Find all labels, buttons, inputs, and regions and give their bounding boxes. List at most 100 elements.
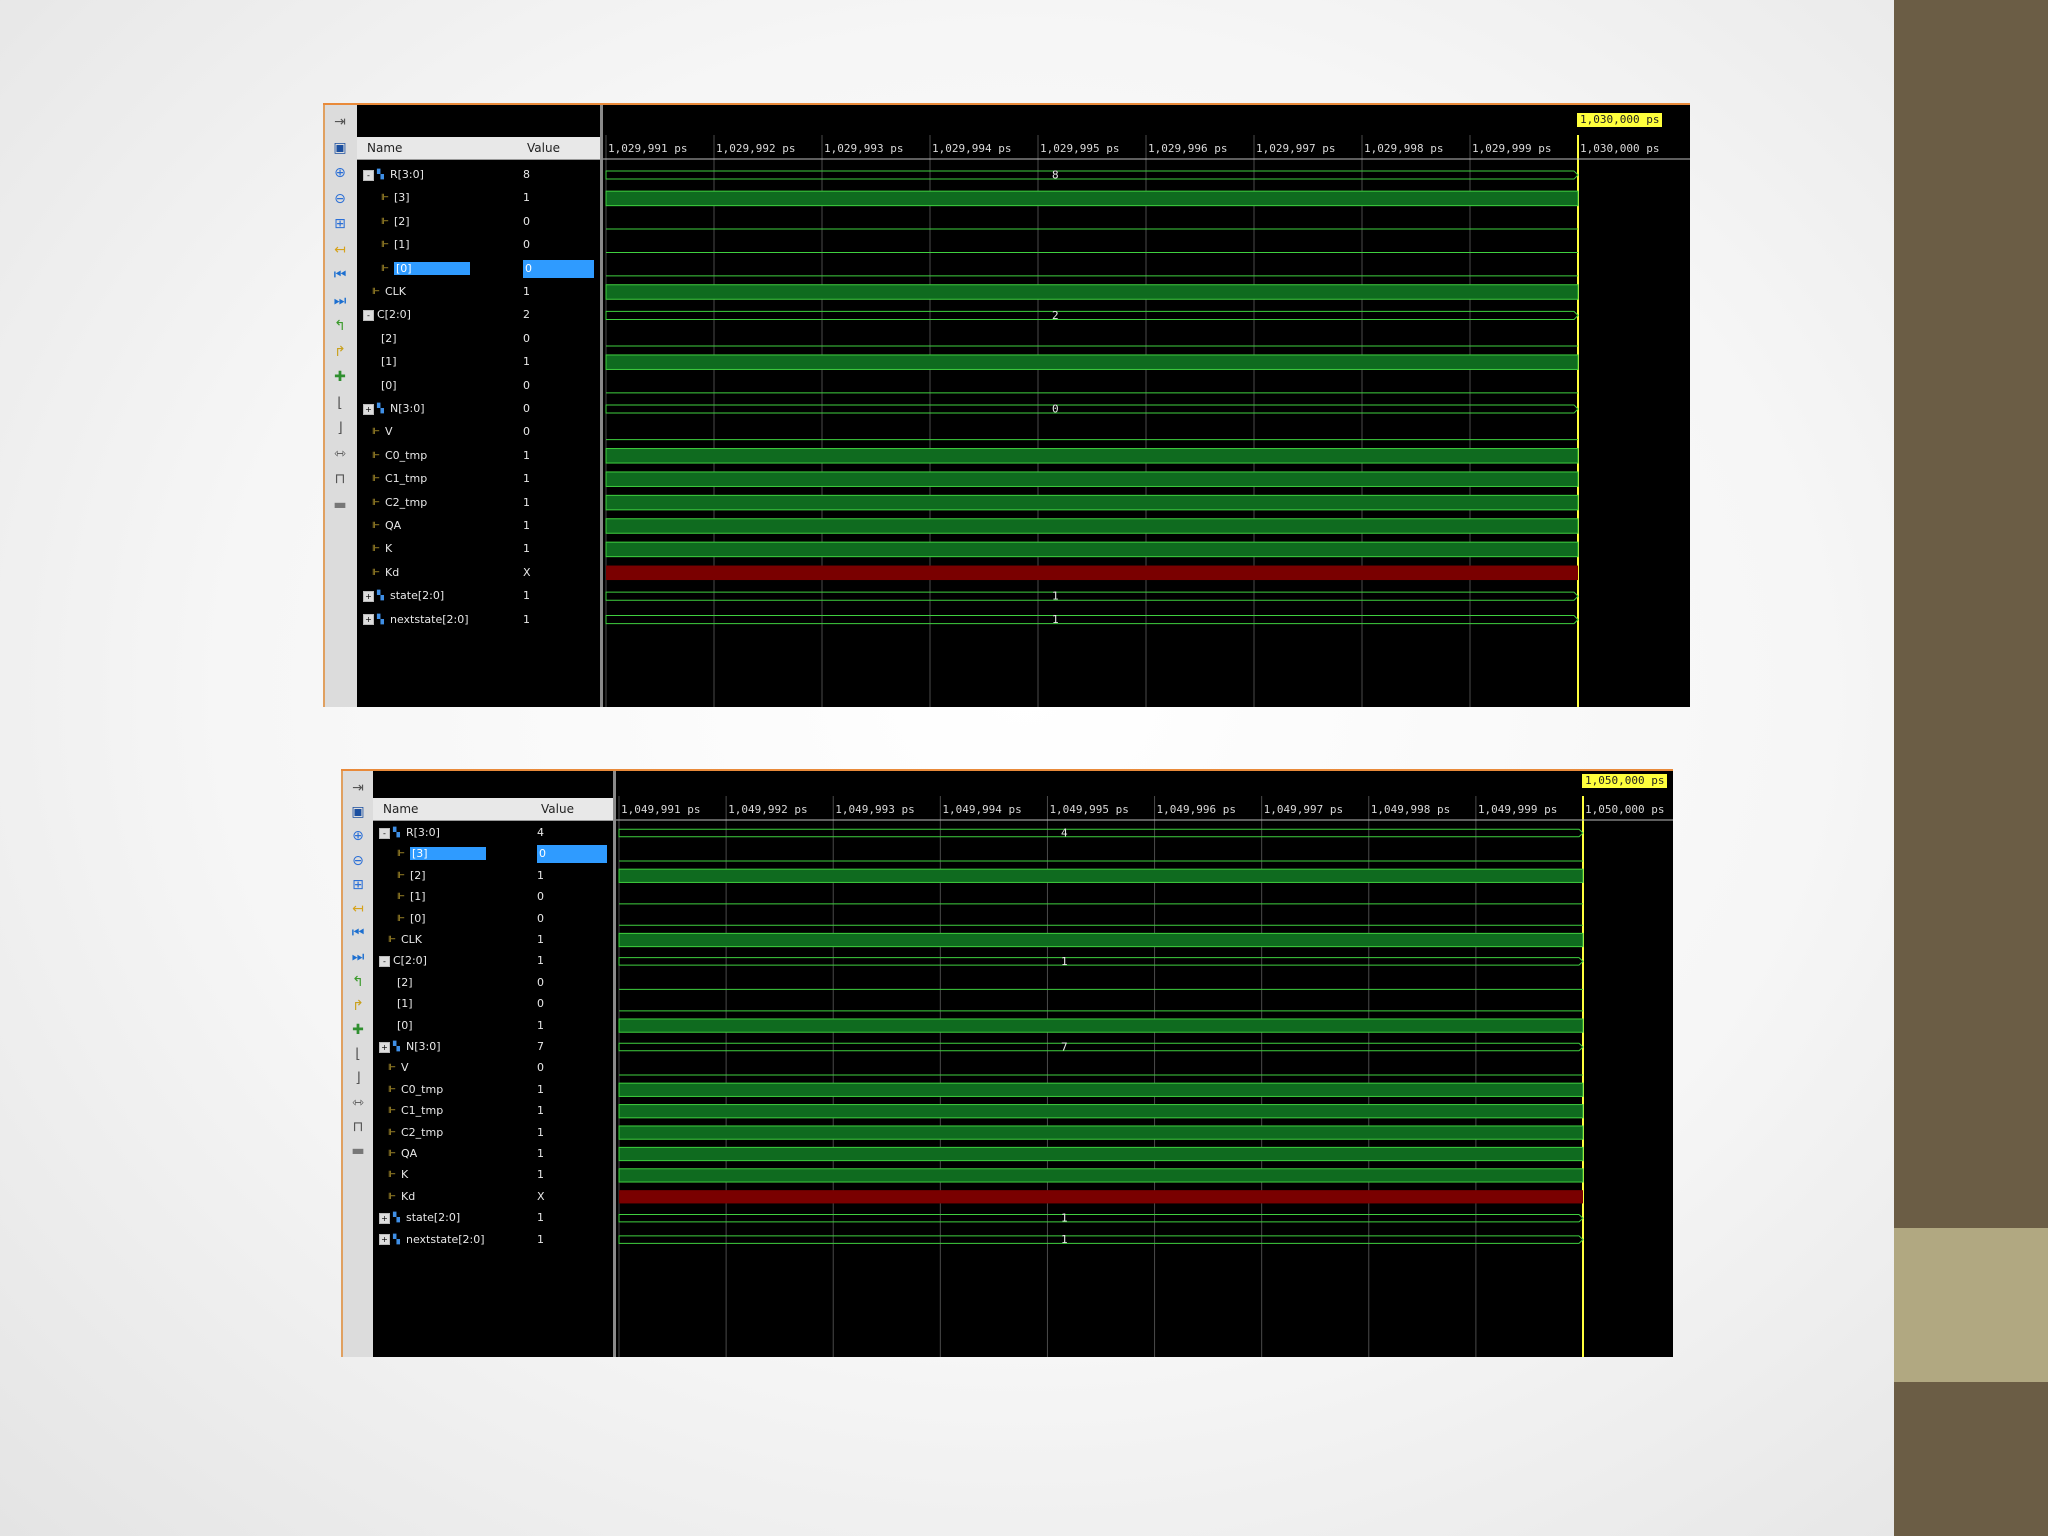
signal-name-row[interactable]: + ▚ nextstate[2:0] — [373, 1231, 531, 1249]
collapse-icon[interactable]: - — [363, 309, 374, 321]
signal-name-row[interactable]: + ▚ nextstate[2:0] — [357, 611, 517, 629]
collapse-icon[interactable]: - — [379, 955, 390, 967]
go-end-icon[interactable]: ⏭ — [348, 948, 368, 966]
waveform-canvas[interactable]: 8 2 0 1 1 — [603, 105, 1690, 707]
signal-name-row[interactable]: - ▚ R[3:0] — [373, 824, 531, 842]
signal-name-row[interactable]: - C[2:0] — [357, 306, 517, 324]
expand-icon[interactable]: + — [379, 1234, 390, 1246]
go-end-icon[interactable]: ⏭ — [330, 292, 350, 310]
signal-name-row[interactable]: ⊩ K — [357, 540, 517, 558]
zoom-fit-icon[interactable]: ⇥ — [348, 779, 368, 797]
signal-name-row[interactable]: ⊩ Kd — [357, 564, 517, 582]
waveform-area[interactable]: 8 2 0 1 1 — [603, 105, 1690, 707]
swap-cursors-icon[interactable]: ⇿ — [348, 1094, 368, 1112]
signal-name-row[interactable]: - ▚ R[3:0] — [357, 166, 517, 184]
signal-name-row[interactable]: [0] — [373, 1017, 531, 1035]
bus-signal-icon: ▚ — [377, 591, 384, 602]
time-label: 1,029,994 ps — [932, 142, 1012, 155]
time-label: 1,049,998 ps — [1370, 803, 1451, 816]
signal-name-row[interactable]: ⊩ [2] — [373, 867, 531, 885]
expand-icon[interactable]: + — [379, 1041, 390, 1053]
prev-marker-icon[interactable]: ⌊ — [330, 394, 350, 412]
cursor-icon[interactable]: ↤ — [348, 900, 368, 918]
add-marker-icon[interactable]: ✚ — [330, 368, 350, 386]
signal-name-row[interactable]: ⊩ V — [357, 423, 517, 441]
signal-name-row[interactable]: + ▚ state[2:0] — [357, 587, 517, 605]
signal-name-row[interactable]: ⊩ [2] — [357, 213, 517, 231]
signal-name-row[interactable]: ⊩ V — [373, 1059, 531, 1077]
signal-name-row[interactable]: ⊩ Kd — [373, 1188, 531, 1206]
expand-icon[interactable]: + — [379, 1212, 390, 1224]
signal-name: [1] — [397, 997, 413, 1011]
snap-icon[interactable]: ⊓ — [348, 1118, 368, 1136]
zoom-fit-icon[interactable]: ⇥ — [330, 113, 350, 131]
add-marker-icon[interactable]: ✚ — [348, 1021, 368, 1039]
signal-name-row[interactable]: + ▚ N[3:0] — [357, 400, 517, 418]
prev-transition-icon[interactable]: ↰ — [330, 317, 350, 335]
signal-name-row[interactable]: ⊩ CLK — [357, 283, 517, 301]
bit-signal-icon: ⊩ — [388, 935, 396, 945]
zoom-in-icon[interactable]: ⊕ — [330, 164, 350, 182]
signal-name-row[interactable]: + ▚ state[2:0] — [373, 1209, 531, 1227]
high-waveform — [605, 284, 1579, 300]
next-transition-icon[interactable]: ↱ — [348, 997, 368, 1015]
zoom-in-icon[interactable]: ⊕ — [348, 827, 368, 845]
collapse-icon[interactable]: - — [363, 169, 374, 181]
signal-name-row[interactable]: ⊩ CLK — [373, 931, 531, 949]
signal-name-row[interactable]: ⊩ C0_tmp — [357, 447, 517, 465]
expand-icon[interactable]: + — [363, 614, 374, 626]
signal-name-row[interactable]: ⊩ C2_tmp — [357, 494, 517, 512]
prev-marker-icon[interactable]: ⌊ — [348, 1045, 368, 1063]
high-waveform — [605, 541, 1579, 558]
signal-name-row[interactable]: - C[2:0] — [373, 952, 531, 970]
signal-name-row[interactable]: ⊩ C1_tmp — [357, 470, 517, 488]
signal-name-row[interactable]: ⊩ [1] — [373, 888, 531, 906]
signal-name: N[3:0] — [390, 402, 425, 415]
zoom-out-icon[interactable]: ⊖ — [348, 852, 368, 870]
signal-name-row[interactable]: ⊩ [3] — [373, 845, 531, 863]
signal-name-row[interactable]: [1] — [373, 995, 531, 1013]
signal-value: 1 — [537, 1211, 544, 1225]
save-icon[interactable]: ▣ — [348, 803, 368, 821]
signal-name-row[interactable]: ⊩ [0] — [373, 910, 531, 928]
zoom-out-icon[interactable]: ⊖ — [330, 190, 350, 208]
zoom-full-icon[interactable]: ⊞ — [330, 215, 350, 233]
signal-name-row[interactable]: ⊩ C0_tmp — [373, 1081, 531, 1099]
prev-transition-icon[interactable]: ↰ — [348, 973, 368, 991]
signal-name-row[interactable]: ⊩ C1_tmp — [373, 1102, 531, 1120]
signal-name-row[interactable]: [2] — [373, 974, 531, 992]
cursor-icon[interactable]: ↤ — [330, 241, 350, 259]
expand-icon[interactable]: + — [363, 403, 374, 415]
signal-name-row[interactable]: ⊩ C2_tmp — [373, 1124, 531, 1142]
signal-value: X — [523, 565, 531, 579]
next-marker-icon[interactable]: ⌋ — [348, 1069, 368, 1087]
waveform-canvas[interactable]: 4 1 7 1 1 — [616, 771, 1673, 1357]
signal-name-row[interactable]: ⊩ [1] — [357, 236, 517, 254]
zoom-full-icon[interactable]: ⊞ — [348, 876, 368, 894]
signal-name-row[interactable]: ⊩ QA — [357, 517, 517, 535]
signal-name-row[interactable]: ⊩ K — [373, 1166, 531, 1184]
lock-icon[interactable]: ▬ — [348, 1142, 368, 1160]
signal-name-row[interactable]: ⊩ QA — [373, 1145, 531, 1163]
next-transition-icon[interactable]: ↱ — [330, 343, 350, 361]
signal-name-row[interactable]: [0] — [357, 377, 517, 395]
bit-signal-icon: ⊩ — [372, 287, 380, 297]
signal-name-row[interactable]: [1] — [357, 353, 517, 371]
waveform-area[interactable]: 4 1 7 1 1 — [616, 771, 1673, 1357]
time-label: 1,029,996 ps — [1148, 142, 1228, 155]
next-marker-icon[interactable]: ⌋ — [330, 419, 350, 437]
lock-icon[interactable]: ▬ — [330, 496, 350, 514]
swap-cursors-icon[interactable]: ⇿ — [330, 445, 350, 463]
go-start-icon[interactable]: ⏮ — [330, 266, 350, 284]
signal-name-row[interactable]: ⊩ [3] — [357, 189, 517, 207]
go-start-icon[interactable]: ⏮ — [348, 924, 368, 942]
snap-icon[interactable]: ⊓ — [330, 470, 350, 488]
signal-name: [1] — [394, 238, 410, 252]
signal-name-row[interactable]: ⊩ [0] — [357, 260, 517, 278]
expand-icon[interactable]: + — [363, 590, 374, 602]
save-icon[interactable]: ▣ — [330, 139, 350, 157]
signal-name-row[interactable]: + ▚ N[3:0] — [373, 1038, 531, 1056]
signal-value: 1 — [537, 1168, 544, 1182]
collapse-icon[interactable]: - — [379, 827, 390, 839]
signal-name-row[interactable]: [2] — [357, 330, 517, 348]
